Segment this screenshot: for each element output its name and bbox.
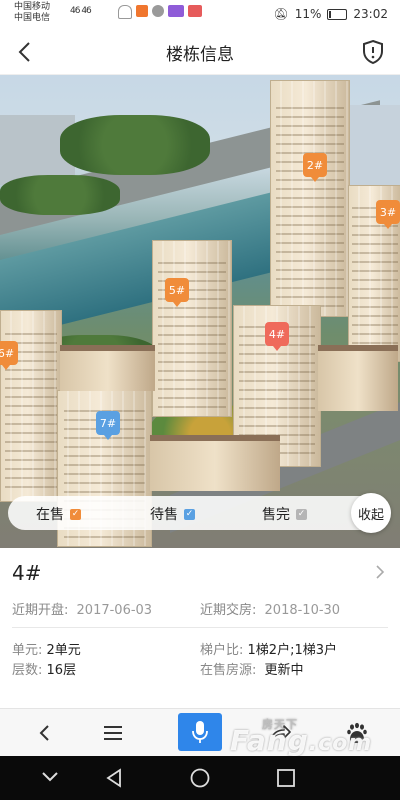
hide-keyboard-icon[interactable] bbox=[40, 770, 60, 784]
legend-on-sale-label: 在售 bbox=[36, 507, 64, 523]
delivery-date-label: 近期交房: bbox=[200, 603, 257, 618]
building-tag-4[interactable]: 4# bbox=[265, 322, 289, 351]
building-rendering[interactable]: 2# 3# 5# 4# 6# 7# bbox=[0, 75, 400, 548]
watermark-suffix: .com bbox=[308, 731, 373, 756]
unit-value: 2单元 bbox=[46, 643, 81, 658]
building-tag-6[interactable]: 6# bbox=[0, 341, 18, 370]
legend-on-sale[interactable]: 在售 ✓ bbox=[36, 504, 81, 524]
checkbox-on-sale[interactable]: ✓ bbox=[70, 508, 81, 520]
open-date-row: 近期开盘: 2017-06-03 bbox=[12, 599, 152, 618]
building-tag-5[interactable]: 5# bbox=[165, 278, 189, 307]
sale-status-legend: 在售 ✓ 待售 ✓ 售完 ✓ bbox=[8, 496, 390, 530]
unit-row: 单元: 2单元 bbox=[12, 639, 81, 658]
trees bbox=[0, 175, 120, 215]
app-icon-red bbox=[188, 5, 202, 17]
delivery-date-value: 2018-10-30 bbox=[264, 603, 341, 618]
building-info-panel: 4# 近期开盘: 2017-06-03 近期交房: 2018-10-30 单元:… bbox=[0, 548, 400, 708]
building-name: 4# bbox=[12, 561, 42, 585]
toolbar-menu-button[interactable] bbox=[88, 709, 138, 757]
legend-sold-out[interactable]: 售完 ✓ bbox=[262, 504, 307, 524]
tower-5[interactable] bbox=[152, 240, 232, 417]
building-tag-3[interactable]: 3# bbox=[376, 200, 400, 229]
toolbar-back-button[interactable] bbox=[20, 709, 70, 757]
app-icon-orange bbox=[136, 5, 148, 17]
nav-recents-icon[interactable] bbox=[276, 768, 296, 788]
shield-alert-icon bbox=[363, 39, 383, 65]
unit-label: 单元: bbox=[12, 643, 43, 658]
report-button[interactable] bbox=[360, 39, 386, 65]
wechat-icon bbox=[152, 5, 164, 17]
legend-pending-label: 待售 bbox=[150, 507, 178, 523]
building-tag-6-label: 6# bbox=[0, 346, 15, 360]
nav-header: 楼栋信息 bbox=[0, 30, 400, 75]
system-nav-bar bbox=[0, 756, 400, 800]
building-tag-2[interactable]: 2# bbox=[303, 153, 327, 182]
elevator-ratio-value: 1梯2户;1梯3户 bbox=[247, 643, 337, 658]
detail-chevron[interactable] bbox=[374, 564, 386, 584]
menu-icon bbox=[104, 726, 122, 740]
on-sale-row: 在售房源: 更新中 bbox=[200, 659, 304, 678]
trees bbox=[60, 115, 210, 175]
collapse-button[interactable]: 收起 bbox=[351, 493, 391, 533]
signal-indicator: 46 46 bbox=[70, 6, 92, 16]
low-rise-building bbox=[150, 435, 280, 491]
fang-watermark: 房天下 Fang.com bbox=[230, 718, 373, 757]
carrier-1: 中国移动 bbox=[14, 2, 51, 12]
checkbox-pending[interactable]: ✓ bbox=[184, 508, 195, 520]
elevator-ratio-row: 梯户比: 1梯2户;1梯3户 bbox=[200, 639, 337, 658]
status-right: 🔕︎ 11% 23:02 bbox=[274, 7, 389, 21]
nav-home-icon[interactable] bbox=[189, 767, 211, 789]
battery-icon bbox=[327, 8, 348, 20]
floors-value: 16层 bbox=[46, 663, 77, 678]
info-divider bbox=[12, 627, 388, 628]
page-title: 楼栋信息 bbox=[166, 45, 234, 65]
carrier-labels: 中国移动 中国电信 bbox=[14, 2, 50, 24]
notification-icons bbox=[118, 5, 202, 19]
low-rise-building bbox=[318, 345, 398, 411]
floors-label: 层数: bbox=[12, 663, 43, 678]
on-sale-value: 更新中 bbox=[264, 663, 304, 678]
elevator-ratio-label: 梯户比: bbox=[200, 643, 244, 658]
watermark-small-text: 房天下 bbox=[262, 718, 298, 731]
open-date-label: 近期开盘: bbox=[12, 603, 69, 618]
on-sale-label: 在售房源: bbox=[200, 663, 257, 678]
chevron-right-icon bbox=[376, 565, 385, 579]
legend-sold-out-label: 售完 bbox=[262, 507, 290, 523]
low-rise-building bbox=[60, 345, 155, 391]
tower-2[interactable] bbox=[270, 80, 350, 317]
mic-icon bbox=[192, 721, 208, 743]
battery-percent: 11% bbox=[294, 7, 322, 21]
clock: 23:02 bbox=[353, 7, 388, 21]
back-icon bbox=[39, 725, 49, 741]
legend-pending[interactable]: 待售 ✓ bbox=[150, 504, 195, 524]
building-tag-7[interactable]: 7# bbox=[96, 411, 120, 440]
checkbox-sold-out[interactable]: ✓ bbox=[296, 508, 307, 520]
tower-6[interactable] bbox=[0, 310, 62, 502]
carrier-2: 中国电信 bbox=[14, 13, 51, 23]
delivery-date-row: 近期交房: 2018-10-30 bbox=[200, 599, 340, 618]
voice-search-button[interactable] bbox=[178, 713, 222, 751]
wifi-icon bbox=[118, 5, 132, 19]
floors-row: 层数: 16层 bbox=[12, 659, 76, 678]
app-icon-purple bbox=[168, 5, 184, 17]
nav-back-icon[interactable] bbox=[104, 768, 124, 788]
open-date-value: 2017-06-03 bbox=[76, 603, 153, 618]
status-bar: 中国移动 中国电信 46 46 🔕︎ 11% 23:02 bbox=[0, 0, 400, 30]
mute-icon: 🔕︎ bbox=[273, 7, 289, 21]
